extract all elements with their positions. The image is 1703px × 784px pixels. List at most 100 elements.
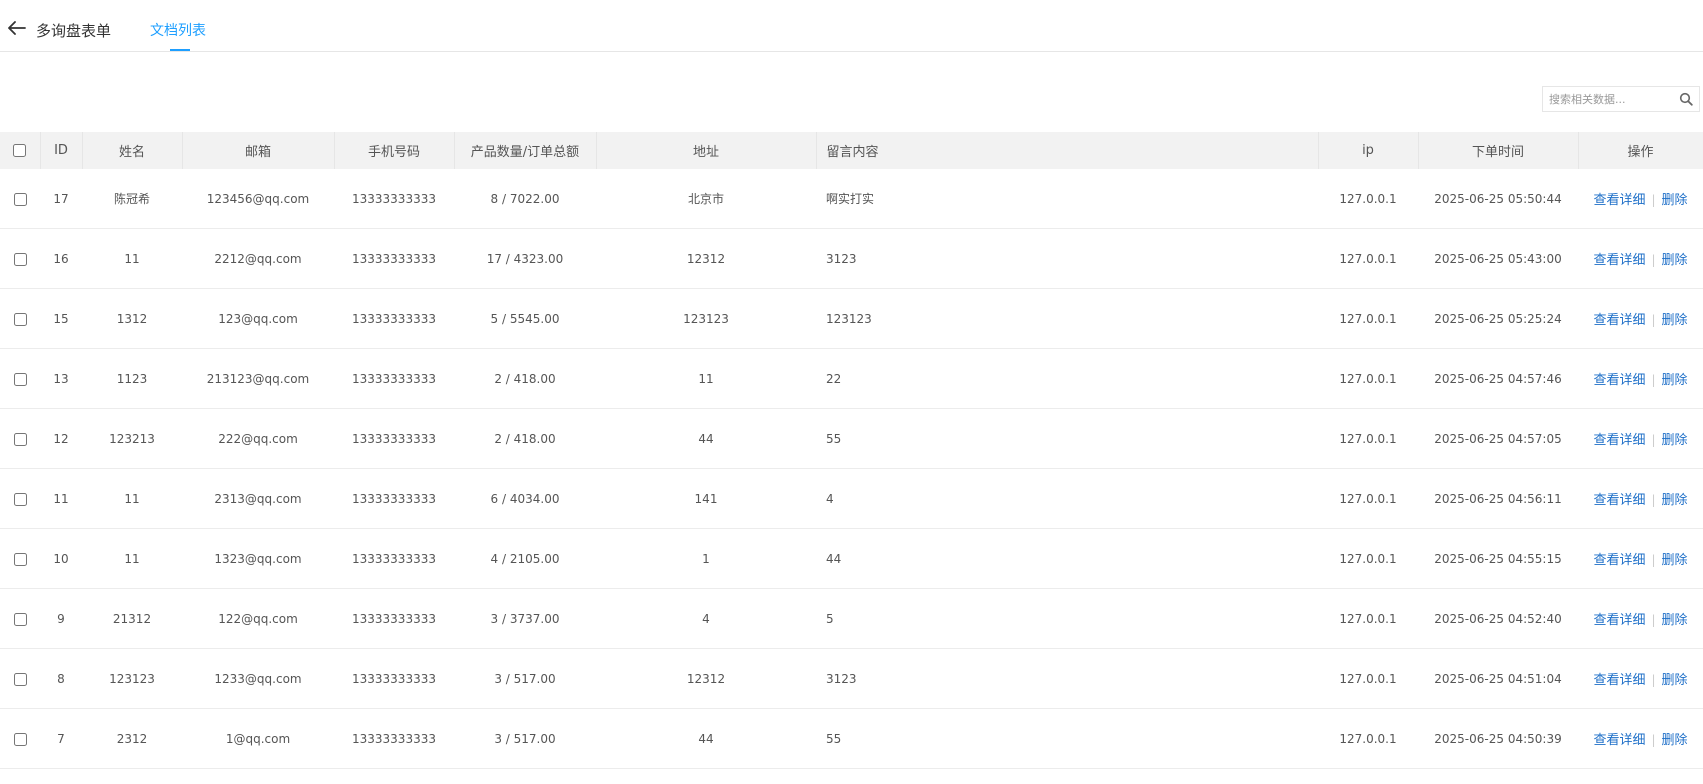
cell-phone: 13333333333 bbox=[334, 588, 454, 649]
view-detail-link[interactable]: 查看详细 bbox=[1593, 373, 1645, 388]
cell-order-time: 2025-06-25 05:50:44 bbox=[1418, 169, 1578, 229]
tab-document-list[interactable]: 文档列表 bbox=[150, 20, 206, 40]
cell-name: 陈冠希 bbox=[82, 169, 182, 229]
delete-link[interactable]: 删除 bbox=[1662, 733, 1688, 748]
view-detail-link[interactable]: 查看详细 bbox=[1593, 313, 1645, 328]
cell-id: 10 bbox=[40, 528, 82, 589]
cell-phone: 13333333333 bbox=[334, 528, 454, 589]
view-detail-link[interactable]: 查看详细 bbox=[1593, 493, 1645, 508]
header-order-time: 下单时间 bbox=[1418, 132, 1579, 169]
row-checkbox[interactable] bbox=[13, 612, 27, 626]
header-ip: ip bbox=[1318, 132, 1419, 169]
delete-link[interactable]: 删除 bbox=[1662, 613, 1688, 628]
view-detail-link[interactable]: 查看详细 bbox=[1593, 613, 1645, 628]
cell-select bbox=[0, 528, 40, 589]
cell-id: 11 bbox=[40, 468, 82, 529]
cell-select bbox=[0, 408, 40, 469]
header-address: 地址 bbox=[596, 132, 817, 169]
delete-link[interactable]: 删除 bbox=[1662, 253, 1688, 268]
action-separator: | bbox=[1651, 553, 1656, 567]
cell-id: 12 bbox=[40, 408, 82, 469]
cell-actions: 查看详细 | 删除 bbox=[1578, 708, 1703, 769]
header-message: 留言内容 bbox=[816, 132, 1319, 169]
cell-phone: 13333333333 bbox=[334, 348, 454, 409]
view-detail-link[interactable]: 查看详细 bbox=[1593, 253, 1645, 268]
cell-ip: 127.0.0.1 bbox=[1318, 528, 1418, 589]
cell-email: 1@qq.com bbox=[182, 708, 334, 769]
delete-link[interactable]: 删除 bbox=[1662, 373, 1688, 388]
delete-link[interactable]: 删除 bbox=[1662, 193, 1688, 208]
row-checkbox[interactable] bbox=[13, 252, 27, 266]
header-phone: 手机号码 bbox=[334, 132, 455, 169]
cell-address: 北京市 bbox=[596, 169, 816, 229]
cell-select bbox=[0, 169, 40, 229]
cell-select bbox=[0, 228, 40, 289]
header-id: ID bbox=[40, 132, 83, 169]
cell-message: 3123 bbox=[816, 648, 1318, 709]
cell-name: 11 bbox=[82, 228, 182, 289]
row-checkbox[interactable] bbox=[13, 312, 27, 326]
cell-actions: 查看详细 | 删除 bbox=[1578, 408, 1703, 469]
cell-email: 222@qq.com bbox=[182, 408, 334, 469]
search-input[interactable] bbox=[1543, 87, 1671, 111]
cell-id: 9 bbox=[40, 588, 82, 649]
row-checkbox[interactable] bbox=[13, 492, 27, 506]
cell-name: 123123 bbox=[82, 648, 182, 709]
delete-link[interactable]: 删除 bbox=[1662, 553, 1688, 568]
cell-qty-total: 3 / 517.00 bbox=[454, 708, 596, 769]
row-checkbox[interactable] bbox=[13, 552, 27, 566]
view-detail-link[interactable]: 查看详细 bbox=[1593, 673, 1645, 688]
view-detail-link[interactable]: 查看详细 bbox=[1593, 193, 1645, 208]
view-detail-link[interactable]: 查看详细 bbox=[1593, 553, 1645, 568]
action-separator: | bbox=[1651, 433, 1656, 447]
cell-order-time: 2025-06-25 05:43:00 bbox=[1418, 228, 1578, 289]
search-icon[interactable] bbox=[1679, 92, 1693, 106]
row-checkbox[interactable] bbox=[13, 732, 27, 746]
select-all-checkbox[interactable] bbox=[13, 144, 27, 157]
cell-phone: 13333333333 bbox=[334, 468, 454, 529]
cell-ip: 127.0.0.1 bbox=[1318, 228, 1418, 289]
header-actions: 操作 bbox=[1578, 132, 1703, 169]
delete-link[interactable]: 删除 bbox=[1662, 313, 1688, 328]
delete-link[interactable]: 删除 bbox=[1662, 673, 1688, 688]
table-row: 13 1123 213123@qq.com 13333333333 2 / 418.00… bbox=[0, 348, 1703, 409]
cell-actions: 查看详细 | 删除 bbox=[1578, 288, 1703, 349]
action-separator: | bbox=[1651, 613, 1656, 627]
cell-actions: 查看详细 | 删除 bbox=[1578, 348, 1703, 409]
row-checkbox[interactable] bbox=[13, 192, 27, 206]
header-name: 姓名 bbox=[82, 132, 183, 169]
view-detail-link[interactable]: 查看详细 bbox=[1593, 433, 1645, 448]
cell-message: 5 bbox=[816, 588, 1318, 649]
cell-address: 44 bbox=[596, 408, 816, 469]
row-checkbox[interactable] bbox=[13, 672, 27, 686]
cell-message: 4 bbox=[816, 468, 1318, 529]
table-row: 17 陈冠希 123456@qq.com 13333333333 8 / 7022.00… bbox=[0, 169, 1703, 229]
row-checkbox[interactable] bbox=[13, 432, 27, 446]
cell-order-time: 2025-06-25 04:57:05 bbox=[1418, 408, 1578, 469]
cell-address: 123123 bbox=[596, 288, 816, 349]
table-row: 12 123213 222@qq.com 13333333333 2 / 418.00 4… bbox=[0, 408, 1703, 469]
delete-link[interactable]: 删除 bbox=[1662, 493, 1688, 508]
cell-id: 7 bbox=[40, 708, 82, 769]
cell-order-time: 2025-06-25 04:51:04 bbox=[1418, 648, 1578, 709]
cell-qty-total: 2 / 418.00 bbox=[454, 408, 596, 469]
cell-qty-total: 17 / 4323.00 bbox=[454, 228, 596, 289]
cell-select bbox=[0, 648, 40, 709]
table-row: 9 21312 122@qq.com 13333333333 3 / 3737.00 4 5… bbox=[0, 588, 1703, 649]
action-separator: | bbox=[1651, 493, 1656, 507]
cell-name: 123213 bbox=[82, 408, 182, 469]
table-row: 7 2312 1@qq.com 13333333333 3 / 517.00 44 55 12… bbox=[0, 708, 1703, 769]
back-arrow-icon[interactable] bbox=[8, 21, 26, 35]
cell-qty-total: 4 / 2105.00 bbox=[454, 528, 596, 589]
action-separator: | bbox=[1651, 193, 1656, 207]
top-bar: 多询盘表单 文档列表 bbox=[0, 0, 1703, 52]
inquiry-table: ID 姓名 邮箱 手机号码 产品数量/订单总额 地址 留言内容 ip 下单时间 … bbox=[0, 132, 1703, 769]
header-email: 邮箱 bbox=[182, 132, 335, 169]
header-select-all bbox=[0, 132, 41, 169]
cell-qty-total: 8 / 7022.00 bbox=[454, 169, 596, 229]
view-detail-link[interactable]: 查看详细 bbox=[1593, 733, 1645, 748]
cell-order-time: 2025-06-25 04:56:11 bbox=[1418, 468, 1578, 529]
cell-email: 2313@qq.com bbox=[182, 468, 334, 529]
delete-link[interactable]: 删除 bbox=[1662, 433, 1688, 448]
row-checkbox[interactable] bbox=[13, 372, 27, 386]
